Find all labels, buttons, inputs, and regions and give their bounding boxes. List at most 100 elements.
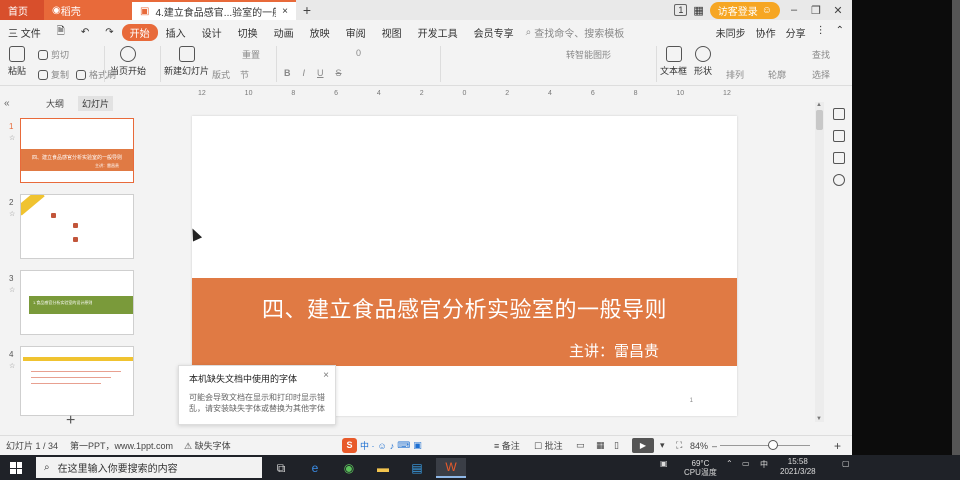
- redo-icon[interactable]: ↷: [97, 27, 121, 38]
- add-slide-button[interactable]: +: [66, 412, 75, 430]
- zoom-out-icon[interactable]: –: [712, 441, 717, 451]
- scroll-down-icon[interactable]: ▼: [816, 416, 822, 422]
- tab-member[interactable]: 会员专享: [466, 25, 522, 40]
- missing-font-button[interactable]: ⚠ 缺失字体: [184, 439, 231, 452]
- slide-thumbnail-3[interactable]: 1.食品感官分析实验室的设计原则: [20, 270, 134, 335]
- file-menu[interactable]: 三 文件: [0, 25, 49, 40]
- tray-app-icon[interactable]: ▣: [660, 459, 668, 468]
- tab-slideshow[interactable]: 放映: [302, 25, 338, 40]
- section-button[interactable]: 节: [240, 68, 249, 81]
- grid-icon[interactable]: ▦: [693, 4, 703, 17]
- layout-button[interactable]: 版式: [212, 68, 230, 81]
- find-button[interactable]: 查找: [812, 48, 830, 61]
- zoom-in-icon[interactable]: +: [834, 439, 841, 453]
- collaborate-button[interactable]: 协作: [756, 25, 776, 40]
- reading-view-icon[interactable]: ▯: [614, 440, 619, 451]
- select-button[interactable]: 选择: [812, 68, 830, 81]
- cpu-temp-widget[interactable]: 69°C CPU温度: [684, 459, 717, 477]
- tab-slides[interactable]: 幻灯片: [78, 95, 114, 111]
- tab-design[interactable]: 设计: [194, 25, 230, 40]
- zoom-slider[interactable]: [720, 445, 810, 446]
- font-size-select[interactable]: 0: [356, 48, 361, 58]
- play-menu-icon[interactable]: ▾: [660, 440, 665, 451]
- cut-button[interactable]: 剪切: [38, 48, 69, 61]
- store-icon[interactable]: ▤: [402, 458, 432, 478]
- underline-button[interactable]: U: [317, 68, 324, 78]
- save-icon[interactable]: 🗎: [49, 24, 73, 41]
- fit-window-icon[interactable]: ⛶: [676, 440, 682, 451]
- edge-browser-icon[interactable]: e: [300, 458, 330, 478]
- properties-icon[interactable]: [833, 108, 845, 120]
- theme-name[interactable]: 第一PPT，www.1ppt.com: [70, 439, 173, 452]
- tab-wps-docer[interactable]: ◉ 稻壳: [44, 0, 132, 20]
- sync-status[interactable]: 未同步: [716, 25, 746, 40]
- taskbar-search-box[interactable]: ⌕ 在这里输入你要搜索的内容: [36, 457, 262, 478]
- ime-toolbar[interactable]: S 中 · ☺ ♪ ⌨ ▣: [342, 438, 422, 453]
- text-box-button[interactable]: 文本框: [660, 46, 687, 77]
- grid-view-icon[interactable]: ▦: [596, 440, 605, 451]
- share-button[interactable]: 分享: [786, 25, 806, 40]
- tab-home[interactable]: 首页: [0, 0, 44, 20]
- slide-thumbnail-4[interactable]: [20, 346, 134, 416]
- undo-icon[interactable]: ↶: [73, 27, 97, 38]
- vertical-scrollbar[interactable]: ▲ ▼: [815, 102, 824, 422]
- scroll-thumb[interactable]: [816, 110, 823, 130]
- paste-button[interactable]: 粘贴: [8, 46, 26, 77]
- normal-view-icon[interactable]: ▭: [576, 440, 585, 451]
- window-count-badge[interactable]: 1: [674, 4, 688, 16]
- tab-insert[interactable]: 插入: [158, 25, 194, 40]
- slide-thumbnail-2[interactable]: [20, 194, 134, 259]
- tab-document[interactable]: ▣ 4.建立食品感官...验室的一般导则 ×: [132, 0, 296, 20]
- task-view-icon[interactable]: ⧉: [266, 458, 296, 478]
- notification-icon[interactable]: ▢: [842, 459, 850, 468]
- strikethrough-button[interactable]: S: [336, 68, 342, 78]
- slides-icon[interactable]: [833, 152, 845, 164]
- scroll-up-icon[interactable]: ▲: [816, 102, 822, 108]
- tab-animation[interactable]: 动画: [266, 25, 302, 40]
- new-slide-button[interactable]: 新建幻灯片: [164, 46, 209, 77]
- shape-button[interactable]: 形状: [694, 46, 712, 77]
- file-explorer-icon[interactable]: ▬: [368, 458, 398, 478]
- slide-speaker[interactable]: 主讲：雷昌贵: [569, 340, 659, 361]
- reset-button[interactable]: 重置: [242, 48, 260, 61]
- close-popup-icon[interactable]: ×: [323, 370, 329, 381]
- login-button[interactable]: 访客登录 ☺: [709, 1, 780, 19]
- play-from-current-button[interactable]: 当页开始: [110, 46, 146, 77]
- collapse-ribbon-icon[interactable]: ⌃: [836, 25, 844, 40]
- tab-view[interactable]: 视图: [374, 25, 410, 40]
- slide-title[interactable]: 四、建立食品感官分析实验室的一般导则: [192, 292, 737, 324]
- new-tab-button[interactable]: +: [296, 0, 318, 20]
- arrange-button[interactable]: 排列: [726, 68, 744, 81]
- system-clock[interactable]: 15:58 2021/3/28: [780, 457, 816, 477]
- wps-taskbar-icon[interactable]: W: [436, 458, 466, 478]
- tray-expand-icon[interactable]: ⌃: [726, 459, 733, 468]
- start-button-icon[interactable]: [10, 462, 22, 474]
- slide-thumbnail-1[interactable]: 四、建立食品感官分析实验室的一般导则 主讲：雷昌贵: [20, 118, 134, 183]
- tab-outline[interactable]: 大纲: [46, 97, 64, 110]
- copy-button[interactable]: 复制: [38, 68, 69, 81]
- wechat-icon[interactable]: ◉: [334, 458, 364, 478]
- convert-smartart-button[interactable]: 转智能图形: [566, 48, 611, 61]
- tab-start[interactable]: 开始: [121, 23, 158, 41]
- animation-icon[interactable]: [833, 130, 845, 142]
- notes-button[interactable]: ≡ 备注: [494, 439, 520, 452]
- minimize-button[interactable]: –: [786, 4, 802, 16]
- slideshow-play-button[interactable]: ▶: [632, 438, 654, 453]
- restore-button[interactable]: ❐: [808, 4, 824, 17]
- comment-button[interactable]: ☐ 批注: [534, 439, 563, 452]
- close-tab-icon[interactable]: ×: [282, 6, 288, 17]
- bold-button[interactable]: B: [284, 68, 291, 78]
- more-icon[interactable]: ⋮: [816, 25, 826, 40]
- zoom-value[interactable]: 84%: [690, 441, 708, 451]
- close-window-button[interactable]: ✕: [830, 4, 846, 17]
- command-search[interactable]: ⌕ 查找命令、搜索模板: [526, 25, 625, 40]
- help-icon[interactable]: [833, 174, 845, 186]
- outline-button[interactable]: 轮廓: [768, 68, 786, 81]
- tab-review[interactable]: 审阅: [338, 25, 374, 40]
- ime-indicator[interactable]: 中: [760, 459, 768, 470]
- zoom-slider-knob[interactable]: [768, 440, 778, 450]
- tab-transition[interactable]: 切换: [230, 25, 266, 40]
- italic-button[interactable]: I: [303, 68, 306, 78]
- collapse-panel-icon[interactable]: «: [4, 98, 10, 109]
- tab-developer[interactable]: 开发工具: [410, 25, 466, 40]
